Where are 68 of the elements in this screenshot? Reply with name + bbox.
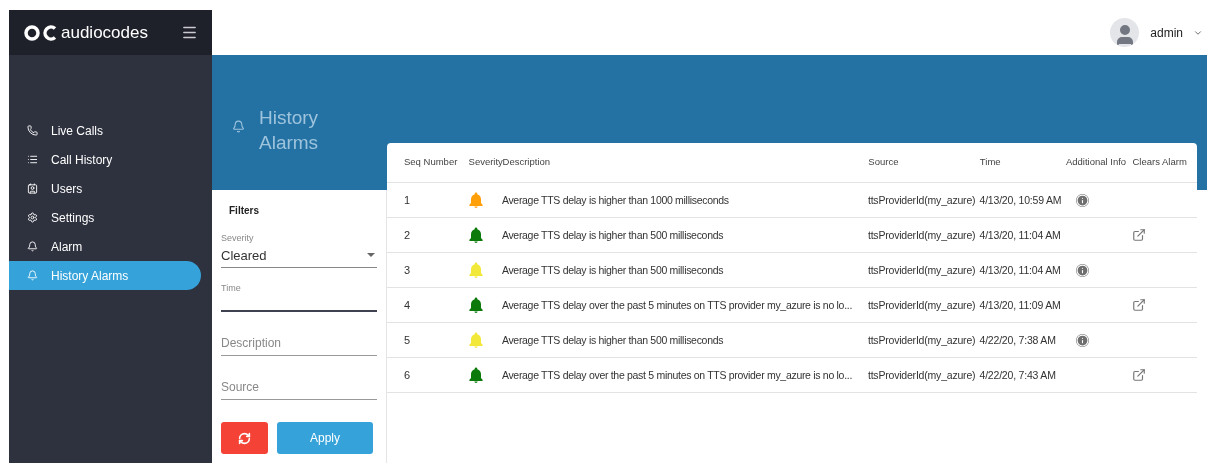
table-row[interactable]: 3 Average TTS delay is higher than 500 milliseconds ttsProviderId(my_azure) 4/13/20, 11:04 AM (387, 253, 1197, 288)
alarm-description: Average TTS delay over the past 5 minutes on TTS provider my_azure is no lo... (501, 298, 852, 311)
table-row[interactable]: 2 Average TTS delay is higher than 500 milliseconds ttsProviderId(my_azure) 4/13/20, 11:04 AM (387, 218, 1197, 253)
sidebar-item[interactable]: Call History (9, 145, 212, 174)
time-field[interactable]: Time (221, 282, 377, 312)
column-header: Description (502, 155, 552, 170)
seq-number: 4 (404, 298, 411, 311)
column-header: Source (868, 155, 900, 170)
table-row[interactable]: 4 Average TTS delay over the past 5 minutes on TTS provider my_azure is no lo... ttsProviderId(my_azure) 4/13/20, 11:09 AM (387, 288, 1197, 323)
column-header: Clears Alarm (1132, 155, 1188, 170)
menu-icon[interactable] (181, 24, 198, 41)
table-row[interactable]: 1 Average TTS delay is higher than 1000 milliseconds ttsProviderId(my_azure) 4/13/20, 10:59 AM (387, 183, 1197, 218)
table-row[interactable]: 6 Average TTS delay over the past 5 minutes on TTS provider my_azure is no lo... ttsProviderId(my_azure) 4/22/20, 7:43 AM (387, 358, 1197, 393)
external-link-icon[interactable] (1132, 228, 1147, 242)
severity-select[interactable]: Severity Cleared (221, 232, 377, 268)
alarm-description: Average TTS delay is higher than 500 milliseconds (501, 228, 724, 241)
column-header: Seq Number (404, 155, 459, 170)
logo-icon (23, 24, 59, 41)
info-icon[interactable] (1075, 263, 1089, 277)
external-link-icon[interactable] (1132, 368, 1147, 382)
dropdown-arrow-icon (367, 253, 375, 258)
alarm-description: Average TTS delay is higher than 500 milliseconds (501, 263, 724, 276)
bell-icon (27, 270, 38, 281)
alarm-time: 4/13/20, 11:09 AM (979, 298, 1061, 311)
sidebar-item[interactable]: Live Calls (9, 116, 212, 145)
alarm-source: ttsProviderId(my_azure) (867, 193, 976, 206)
filters-title: Filters (228, 204, 260, 218)
alarm-description: Average TTS delay is higher than 500 milliseconds (501, 333, 724, 346)
seq-number: 6 (404, 368, 411, 381)
alarm-source: ttsProviderId(my_azure) (867, 333, 976, 346)
alarm-source: ttsProviderId(my_azure) (867, 298, 976, 311)
alarm-time: 4/22/20, 7:38 AM (979, 333, 1056, 346)
column-header: Severity (468, 155, 503, 170)
reset-button[interactable] (221, 422, 268, 454)
source-field[interactable]: Source (221, 374, 377, 400)
alarm-time: 4/13/20, 11:04 AM (979, 263, 1061, 276)
info-icon[interactable] (1075, 193, 1089, 207)
alarm-time: 4/22/20, 7:43 AM (979, 368, 1056, 381)
alarm-description: Average TTS delay is higher than 1000 milliseconds (501, 193, 729, 206)
external-link-icon[interactable] (1132, 298, 1147, 312)
user-name[interactable]: admin (1150, 23, 1183, 42)
table-row[interactable]: 5 Average TTS delay is higher than 500 milliseconds ttsProviderId(my_azure) 4/22/20, 7:38 AM (387, 323, 1197, 358)
description-field[interactable]: Description (221, 330, 377, 356)
list-icon (27, 154, 38, 165)
sidebar-item[interactable]: Users (9, 174, 212, 203)
column-header: Additional Info (1065, 155, 1128, 170)
seq-number: 3 (404, 263, 411, 276)
sidebar-item[interactable]: Alarm (9, 232, 212, 261)
alarm-time: 4/13/20, 10:59 AM (979, 193, 1062, 206)
page-title: History Alarms (259, 106, 320, 155)
phone-icon (27, 125, 38, 136)
alarm-description: Average TTS delay over the past 5 minutes on TTS provider my_azure is no lo... (501, 368, 852, 381)
alarm-source: ttsProviderId(my_azure) (867, 228, 976, 241)
alarm-time: 4/13/20, 11:04 AM (979, 228, 1061, 241)
avatar[interactable] (1110, 18, 1140, 47)
alarm-source: ttsProviderId(my_azure) (867, 368, 976, 381)
alarm-source: ttsProviderId(my_azure) (867, 263, 976, 276)
settings-icon (27, 212, 38, 223)
bell-icon (232, 120, 245, 133)
bell-icon (27, 241, 38, 252)
seq-number: 2 (404, 228, 411, 241)
sidebar-item[interactable]: Settings (9, 203, 212, 232)
seq-number: 5 (404, 333, 411, 346)
contact-icon (27, 183, 38, 194)
seq-number: 1 (404, 193, 411, 206)
refresh-icon (238, 431, 251, 445)
column-header: Time (979, 155, 1002, 170)
info-icon[interactable] (1075, 333, 1089, 347)
